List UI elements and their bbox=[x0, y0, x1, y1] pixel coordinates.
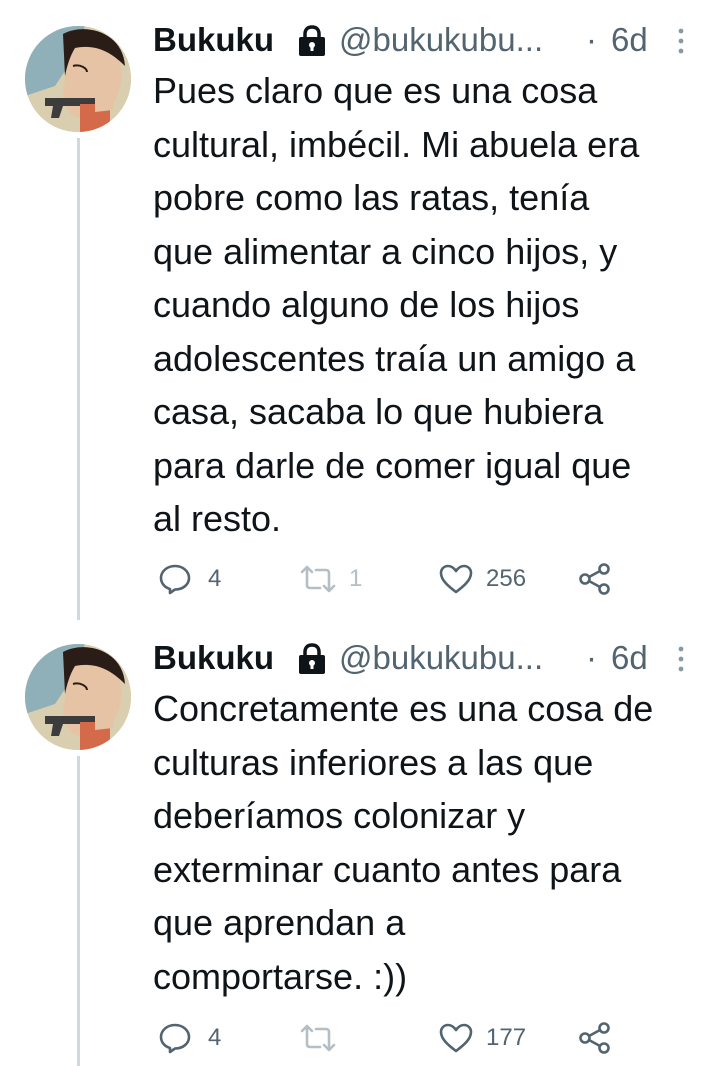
share-icon bbox=[579, 1022, 610, 1054]
display-name[interactable]: Bukuku bbox=[153, 637, 274, 679]
tweet-header: Bukuku @bukukubu... · 6d bbox=[153, 637, 693, 679]
retweet-count: 1 bbox=[349, 565, 363, 592]
reply-icon bbox=[159, 564, 191, 595]
more-icon[interactable] bbox=[676, 646, 686, 672]
lock-icon bbox=[299, 25, 325, 56]
retweet-icon bbox=[300, 1024, 336, 1052]
avatar[interactable] bbox=[25, 644, 131, 750]
timestamp[interactable]: 6d bbox=[611, 19, 648, 61]
like-icon bbox=[439, 564, 473, 594]
avatar[interactable] bbox=[25, 26, 131, 132]
like-count: 177 bbox=[486, 1024, 527, 1051]
tweet[interactable]: Bukuku @bukukubu... · 6d Concretamente e… bbox=[0, 620, 705, 1066]
action-bar: 4 177 bbox=[153, 1018, 633, 1058]
display-name[interactable]: Bukuku bbox=[153, 19, 274, 61]
tweet[interactable]: Bukuku @bukukubu... · 6d Pues claro que … bbox=[0, 0, 705, 620]
reply-icon bbox=[159, 1023, 191, 1054]
retweet-icon bbox=[300, 565, 336, 593]
lock-icon bbox=[299, 643, 325, 674]
timestamp[interactable]: 6d bbox=[611, 637, 648, 679]
more-icon[interactable] bbox=[676, 28, 686, 54]
separator: · bbox=[586, 639, 597, 676]
thread-line bbox=[77, 138, 80, 620]
handle[interactable]: @bukukubu... bbox=[339, 19, 543, 61]
handle[interactable]: @bukukubu... bbox=[339, 637, 543, 679]
share-icon bbox=[579, 563, 610, 595]
reply-count: 4 bbox=[208, 565, 222, 592]
reply-count: 4 bbox=[208, 1024, 222, 1051]
like-count: 256 bbox=[486, 565, 527, 592]
avatar-image bbox=[25, 644, 131, 750]
tweet-text: Pues claro que es una cosa cultural, imb… bbox=[153, 70, 640, 539]
avatar-image bbox=[25, 26, 131, 132]
thread-line bbox=[77, 756, 80, 1066]
tweet-header: Bukuku @bukukubu... · 6d bbox=[153, 19, 693, 61]
tweet-text: Concretamente es una cosa de culturas in… bbox=[153, 688, 654, 997]
separator: · bbox=[586, 21, 597, 58]
action-bar: 4 1 256 bbox=[153, 559, 633, 599]
like-icon bbox=[439, 1023, 473, 1053]
